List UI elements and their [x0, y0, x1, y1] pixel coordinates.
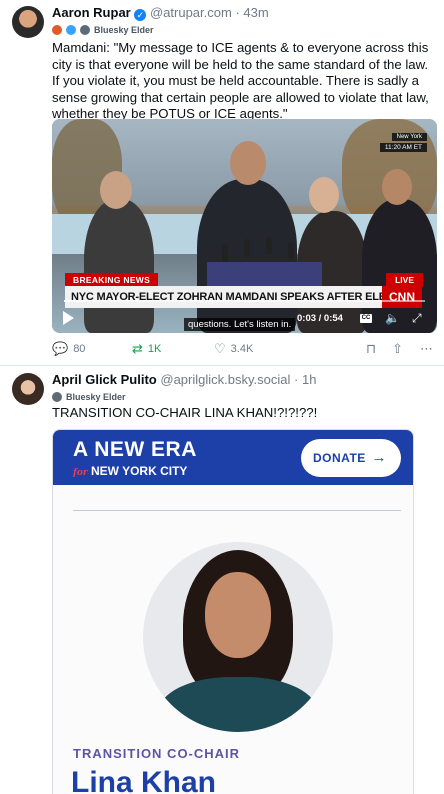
person-head — [100, 171, 132, 209]
author-handle[interactable]: @atrupar.com — [150, 5, 232, 20]
video-controls: 0:03 / 0:54 CC 🔈 ⤢ — [52, 311, 437, 327]
separator: · — [294, 372, 299, 387]
news-chyron: NYC MAYOR-ELECT ZOHRAN MAMDANI SPEAKS AF… — [65, 286, 382, 308]
badge-label: Bluesky Elder — [94, 25, 154, 35]
person-head — [382, 169, 412, 205]
volume-icon[interactable]: 🔈 — [385, 311, 400, 325]
bluesky-elder-icon — [52, 392, 62, 402]
verified-icon: ✓ — [134, 9, 147, 21]
post-time[interactable]: 1h — [302, 372, 316, 387]
badge-icon — [66, 25, 76, 35]
post-text: TRANSITION CO-CHAIR LINA KHAN!?!?!??! — [52, 405, 318, 420]
person-head — [309, 177, 339, 213]
person-head — [230, 141, 266, 185]
portrait-photo — [143, 542, 333, 732]
more-button[interactable]: ⋯ — [420, 341, 433, 357]
share-button[interactable]: ⇧ — [392, 341, 403, 357]
divider — [73, 510, 401, 511]
fullscreen-icon[interactable]: ⤢ — [412, 311, 422, 326]
location-tag: New York — [391, 133, 427, 141]
arrow-right-icon: → — [371, 449, 387, 466]
donate-label: DONATE — [313, 451, 366, 465]
post-april-glick-pulito[interactable]: April Glick Pulito @aprilglick.bsky.soci… — [0, 367, 444, 794]
video-progress-fill — [64, 300, 86, 302]
author-handle[interactable]: @aprilglick.bsky.social — [160, 372, 290, 387]
separator: · — [235, 5, 240, 20]
microphone — [222, 244, 228, 262]
live-label: LIVE — [386, 273, 423, 287]
badge-label: Bluesky Elder — [66, 392, 126, 402]
author-name[interactable]: April Glick Pulito — [52, 372, 157, 387]
banner-for: for — [73, 468, 88, 478]
author-name[interactable]: Aaron Rupar — [52, 5, 131, 20]
reply-button[interactable]: 💬 80 — [52, 341, 85, 357]
reply-count: 80 — [73, 343, 86, 355]
like-count: 3.4K — [230, 343, 254, 355]
badge-row: Bluesky Elder — [52, 390, 126, 404]
post-image[interactable]: A NEW ERA for NEW YORK CITY DONATE → TRA… — [52, 429, 414, 794]
post-text: Mamdani: "My message to ICE agents & to … — [52, 40, 429, 121]
share-icon: ⇧ — [392, 341, 403, 356]
more-icon: ⋯ — [420, 341, 433, 356]
avatar[interactable] — [12, 6, 44, 38]
bluesky-elder-icon — [80, 25, 90, 35]
portrait-shoulders — [158, 677, 318, 732]
badge-row: Bluesky Elder — [52, 23, 154, 37]
cnn-logo: CNN — [382, 286, 422, 308]
play-icon[interactable] — [63, 311, 74, 325]
role-title: TRANSITION CO-CHAIR — [73, 746, 241, 761]
banner-city: for NEW YORK CITY — [73, 464, 187, 478]
post-header: April Glick Pulito @aprilglick.bsky.soci… — [52, 372, 434, 388]
captions-button[interactable]: CC — [360, 314, 372, 323]
video-timestamp: 0:03 / 0:54 — [297, 313, 343, 324]
video-player[interactable]: New York 11:20 AM ET BREAKING NEWS LIVE … — [52, 119, 437, 333]
portrait-face — [205, 572, 271, 658]
video-progress-bar[interactable] — [64, 300, 425, 302]
repost-icon: ⇄ — [132, 341, 143, 356]
repost-count: 1K — [147, 343, 162, 355]
avatar[interactable] — [12, 373, 44, 405]
microphone — [288, 241, 294, 259]
post-time[interactable]: 43m — [243, 5, 268, 20]
heart-icon: ♡ — [214, 341, 226, 356]
campaign-banner: A NEW ERA for NEW YORK CITY DONATE → — [53, 430, 413, 485]
time-tag: 11:20 AM ET — [379, 143, 427, 152]
repost-button[interactable]: ⇄ 1K — [132, 341, 161, 357]
microphone — [266, 237, 272, 255]
breaking-news-label: BREAKING NEWS — [65, 273, 159, 287]
reply-icon: 💬 — [52, 341, 69, 356]
like-button[interactable]: ♡ 3.4K — [214, 341, 253, 357]
donate-button: DONATE → — [301, 439, 401, 477]
bookmark-button[interactable]: ⊓ — [366, 341, 376, 357]
post-actions: 💬 80 ⇄ 1K ♡ 3.4K ⊓ ⇧ ⋯ — [52, 341, 436, 359]
person-name: Lina Khan — [71, 766, 217, 794]
microphone — [244, 239, 250, 257]
banner-city-name: NEW YORK CITY — [90, 464, 188, 478]
post-aaron-rupar[interactable]: Aaron Rupar ✓ @atrupar.com · 43m Bluesky… — [0, 0, 444, 366]
post-header: Aaron Rupar ✓ @atrupar.com · 43m — [52, 5, 434, 21]
badge-icon — [52, 25, 62, 35]
bookmark-icon: ⊓ — [366, 341, 377, 356]
banner-headline: A NEW ERA — [73, 438, 197, 461]
